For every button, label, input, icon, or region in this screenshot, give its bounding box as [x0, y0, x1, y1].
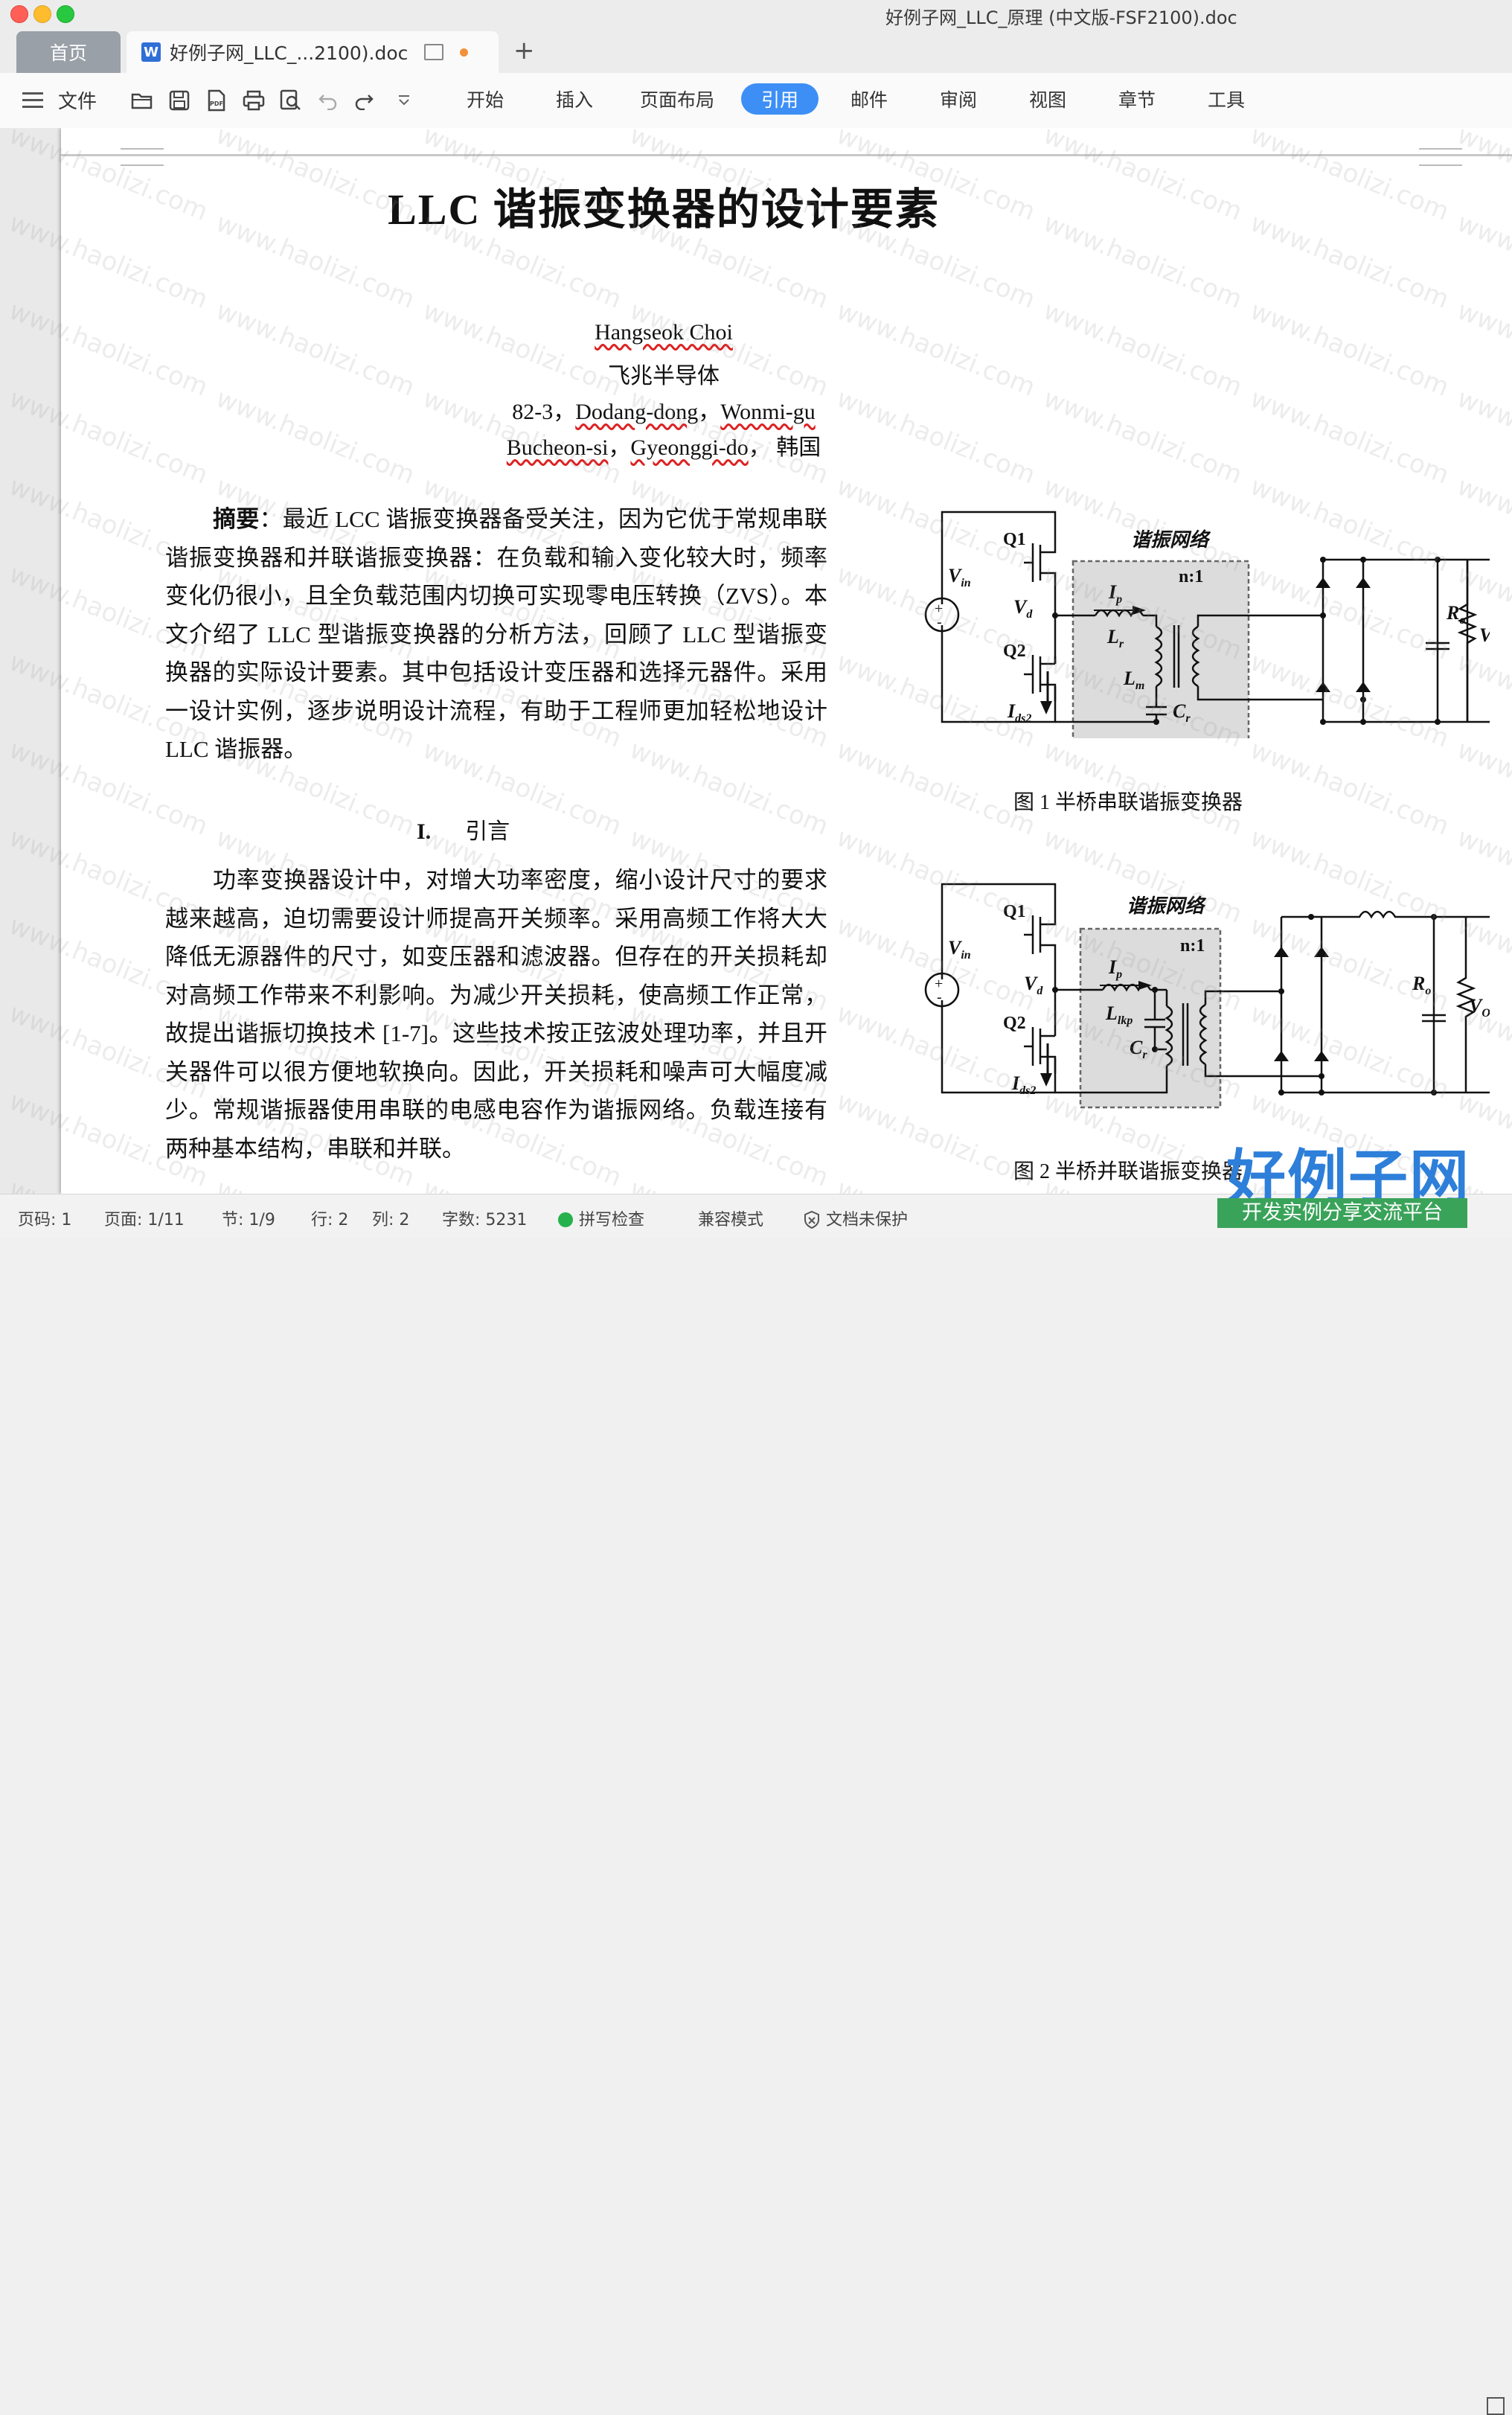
shield-icon — [804, 1211, 819, 1229]
fig1-ids-label: Ids2 — [1007, 700, 1031, 725]
abstract-label: 摘要 — [213, 506, 260, 532]
figure-1-caption: 图 1 半桥串联谐振变换器 — [1013, 791, 1243, 814]
fig2-network-label: 谐振网络 — [1127, 895, 1207, 917]
fig2-source-minus: - — [937, 989, 942, 1005]
close-window-button[interactable] — [10, 5, 28, 23]
ribbon-tab-review[interactable]: 审阅 — [921, 83, 996, 115]
new-tab-button[interactable]: + — [513, 36, 535, 65]
fig1-vin-label: Vin — [948, 565, 971, 589]
ribbon-tab-tools[interactable]: 工具 — [1189, 83, 1263, 115]
ribbon-tab-start[interactable]: 开始 — [448, 83, 522, 115]
document-page[interactable]: LLC 谐振变换器的设计要素 Hangseok Choi 飞兆半导体 82-3，… — [61, 128, 1512, 1194]
status-compat-mode: 兼容模式 — [698, 1211, 764, 1229]
fig2-ratio-label: n:1 — [1180, 936, 1205, 956]
author-name: Hangseok Choi — [595, 320, 733, 345]
pdf-icon[interactable]: PDF — [205, 89, 228, 112]
fig1-ro-label: Ro — [1446, 602, 1465, 627]
status-page-code: 页码: 1 — [18, 1211, 72, 1229]
ribbon-tab-view[interactable]: 视图 — [1010, 83, 1085, 115]
svg-text:PDF: PDF — [210, 100, 223, 107]
fig1-q2-label: Q2 — [1003, 642, 1026, 661]
tab-document[interactable]: W 好例子网_LLC_...2100).doc — [126, 31, 499, 73]
page-top-border — [61, 154, 1512, 156]
abstract: 摘要：最近 LCC 谐振变换器备受关注，因为它优于常规串联谐振变换器和并联谐振变… — [165, 500, 827, 769]
figure-2-circuit: Q1 Q2 谐振网络 n:1 + - Vin Vd Ip Llkp Cr Ids… — [924, 883, 1490, 1109]
title-bar: 好例子网_LLC_原理 (中文版-FSF2100).doc — [0, 0, 1512, 31]
fullscreen-icon[interactable] — [1487, 2397, 1505, 2415]
intro-paragraph: 功率变换器设计中，对增大功率密度，缩小设计尺寸的要求越来越高，迫切需要设计师提高… — [165, 867, 827, 1162]
brand-slogan: 开发实例分享交流平台 — [1217, 1198, 1467, 1228]
fig2-q2-label: Q2 — [1003, 1014, 1026, 1033]
toolbar: 文件 PDF 开始 插入 页面布局 引用 邮件 审阅 视图 章节 工具 — [0, 73, 1512, 129]
ribbon-tab-mail[interactable]: 邮件 — [832, 83, 906, 115]
fig1-vo-label: VO — [1479, 624, 1490, 649]
ribbon-tab-page-layout[interactable]: 页面布局 — [632, 83, 722, 115]
fig2-ro-label: Ro — [1412, 973, 1431, 997]
tab-bar: 首页 W 好例子网_LLC_...2100).doc + — [0, 31, 1512, 73]
fig1-vd-label: Vd — [1013, 596, 1033, 621]
spell-check-icon — [558, 1212, 573, 1227]
figure-1-circuit: Q1 Q2 谐振网络 n:1 + - Vin Vd Ip Lr Lm Cr Id… — [924, 511, 1490, 738]
print-preview-icon[interactable] — [280, 89, 302, 112]
status-page[interactable]: 页面: 1/11 — [104, 1206, 185, 1230]
word-doc-icon: W — [141, 42, 161, 62]
fig1-ratio-label: n:1 — [1179, 567, 1203, 586]
figure-2-caption: 图 2 半桥并联谐振变换器 — [1013, 1160, 1243, 1183]
fig2-vd-label: Vd — [1024, 973, 1043, 997]
fig2-q1-label: Q1 — [1003, 902, 1026, 921]
page-corner-mark — [121, 148, 164, 166]
section-heading: I. 引言 — [417, 819, 510, 844]
file-menu[interactable]: 文件 — [58, 86, 97, 114]
fig2-vin-label: Vin — [948, 937, 971, 962]
save-icon[interactable] — [168, 89, 190, 112]
address-line-1: 82-3，Dodang-dong，Wonmi-gu — [512, 400, 816, 424]
status-col: 列: 2 — [372, 1211, 410, 1229]
document-title: LLC 谐振变换器的设计要素 — [388, 185, 940, 234]
tab-home[interactable]: 首页 — [16, 31, 121, 73]
page-corner-mark — [1419, 148, 1462, 166]
undo-icon[interactable] — [317, 89, 339, 112]
hamburger-menu-icon[interactable] — [22, 92, 43, 109]
document-protection[interactable]: 文档未保护 — [804, 1206, 908, 1230]
abstract-text: ：最近 LCC 谐振变换器备受关注，因为它优于常规串联谐振变换器和并联谐振变换器… — [165, 506, 827, 762]
minimize-window-button[interactable] — [33, 5, 51, 23]
tab-document-label: 好例子网_LLC_...2100).doc — [170, 42, 409, 64]
fig1-network-label: 谐振网络 — [1131, 529, 1211, 551]
more-dropdown-icon[interactable] — [393, 89, 415, 112]
fig2-vo-label: VO — [1469, 995, 1490, 1020]
status-section: 节: 1/9 — [222, 1211, 275, 1229]
ribbon-tab-chapter[interactable]: 章节 — [1100, 83, 1174, 115]
unsaved-dot-icon — [460, 48, 469, 57]
window-title: 好例子网_LLC_原理 (中文版-FSF2100).doc — [885, 7, 1237, 28]
open-folder-icon[interactable] — [131, 89, 153, 112]
redo-icon[interactable] — [353, 89, 375, 112]
fig1-source-minus: - — [937, 614, 942, 630]
brand-logo: 好例子网 开发实例分享交流平台 — [1214, 1130, 1497, 1235]
status-row: 行: 2 — [311, 1211, 349, 1229]
ribbon-tab-references[interactable]: 引用 — [741, 83, 819, 115]
document-area[interactable]: LLC 谐振变换器的设计要素 Hangseok Choi 飞兆半导体 82-3，… — [0, 128, 1512, 1194]
ribbon-tab-insert[interactable]: 插入 — [537, 83, 612, 115]
print-icon[interactable] — [243, 89, 265, 112]
spell-check-toggle[interactable]: 拼写检查 — [558, 1206, 644, 1230]
status-word-count[interactable]: 字数: 5231 — [442, 1206, 527, 1230]
screen-icon[interactable] — [424, 44, 444, 60]
address-line-2: Bucheon-si，Gyeonggi-do， 韩国 — [506, 435, 821, 460]
fig1-q1-label: Q1 — [1003, 530, 1026, 549]
maximize-window-button[interactable] — [57, 5, 74, 23]
affiliation: 飞兆半导体 — [608, 364, 720, 388]
fig2-ids-label: Ids2 — [1011, 1072, 1036, 1097]
